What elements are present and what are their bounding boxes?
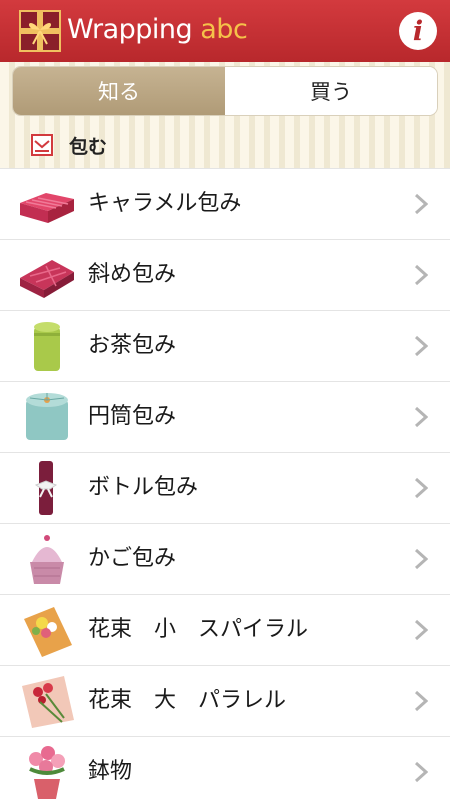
- app-title-accent: abc: [200, 14, 248, 45]
- info-icon: i: [412, 15, 424, 47]
- list-item-label: 花束 大 パラレル: [88, 688, 287, 713]
- list-item-label: ボトル包み: [88, 475, 199, 500]
- list-item-bottle-wrap[interactable]: ボトル包み: [0, 452, 450, 523]
- section-title: 包む: [69, 135, 108, 158]
- diagonal-wrap-icon: [20, 260, 74, 298]
- small-bouquet-icon: [24, 607, 72, 657]
- chevron-right-icon: [414, 619, 428, 641]
- info-button[interactable]: i: [399, 12, 437, 50]
- list-item-label: キャラメル包み: [88, 191, 242, 216]
- wrapping-list: キャラメル包み 斜め包み お茶包み 円筒包み ボトル包み かご包み 花束 小 ス…: [0, 168, 450, 807]
- tab-know[interactable]: 知る: [13, 67, 225, 115]
- envelope-icon: [31, 134, 53, 156]
- list-item-label: かご包み: [88, 546, 177, 571]
- list-item-diagonal-wrap[interactable]: 斜め包み: [0, 239, 450, 310]
- app-title-main: Wrapping: [67, 14, 193, 45]
- chevron-right-icon: [414, 335, 428, 357]
- chevron-right-icon: [414, 264, 428, 286]
- potted-plant-icon: [29, 746, 65, 799]
- list-item-potted-plant[interactable]: 鉢物: [0, 736, 450, 807]
- tab-buy[interactable]: 買う: [225, 67, 437, 115]
- chevron-right-icon: [414, 761, 428, 783]
- list-item-label: 鉢物: [88, 759, 133, 784]
- chevron-right-icon: [414, 690, 428, 712]
- app-title: Wrapping abc: [67, 14, 248, 45]
- list-item-large-bouquet[interactable]: 花束 大 パラレル: [0, 665, 450, 736]
- list-item-label: 円筒包み: [88, 404, 177, 429]
- section-header: 包む: [31, 130, 107, 160]
- cylinder-wrap-icon: [26, 393, 68, 440]
- list-item-caramel-wrap[interactable]: キャラメル包み: [0, 168, 450, 239]
- basket-wrap-icon: [30, 535, 64, 584]
- list-item-label: お茶包み: [88, 333, 177, 358]
- gift-box-icon: [19, 10, 61, 52]
- app-header: Wrapping abc i: [0, 0, 450, 62]
- chevron-right-icon: [414, 477, 428, 499]
- chevron-right-icon: [414, 406, 428, 428]
- list-item-label: 斜め包み: [88, 262, 177, 287]
- large-bouquet-icon: [22, 676, 74, 728]
- chevron-right-icon: [414, 193, 428, 215]
- list-item-basket-wrap[interactable]: かご包み: [0, 523, 450, 594]
- list-item-small-bouquet[interactable]: 花束 小 スパイラル: [0, 594, 450, 665]
- chevron-right-icon: [414, 548, 428, 570]
- list-item-label: 花束 小 スパイラル: [88, 617, 309, 642]
- tea-wrap-icon: [34, 322, 60, 371]
- list-item-tea-wrap[interactable]: お茶包み: [0, 310, 450, 381]
- caramel-wrap-icon: [20, 193, 74, 223]
- segmented-control: 知る 買う: [12, 66, 438, 116]
- bottle-wrap-icon: [34, 461, 58, 515]
- list-item-cylinder-wrap[interactable]: 円筒包み: [0, 381, 450, 452]
